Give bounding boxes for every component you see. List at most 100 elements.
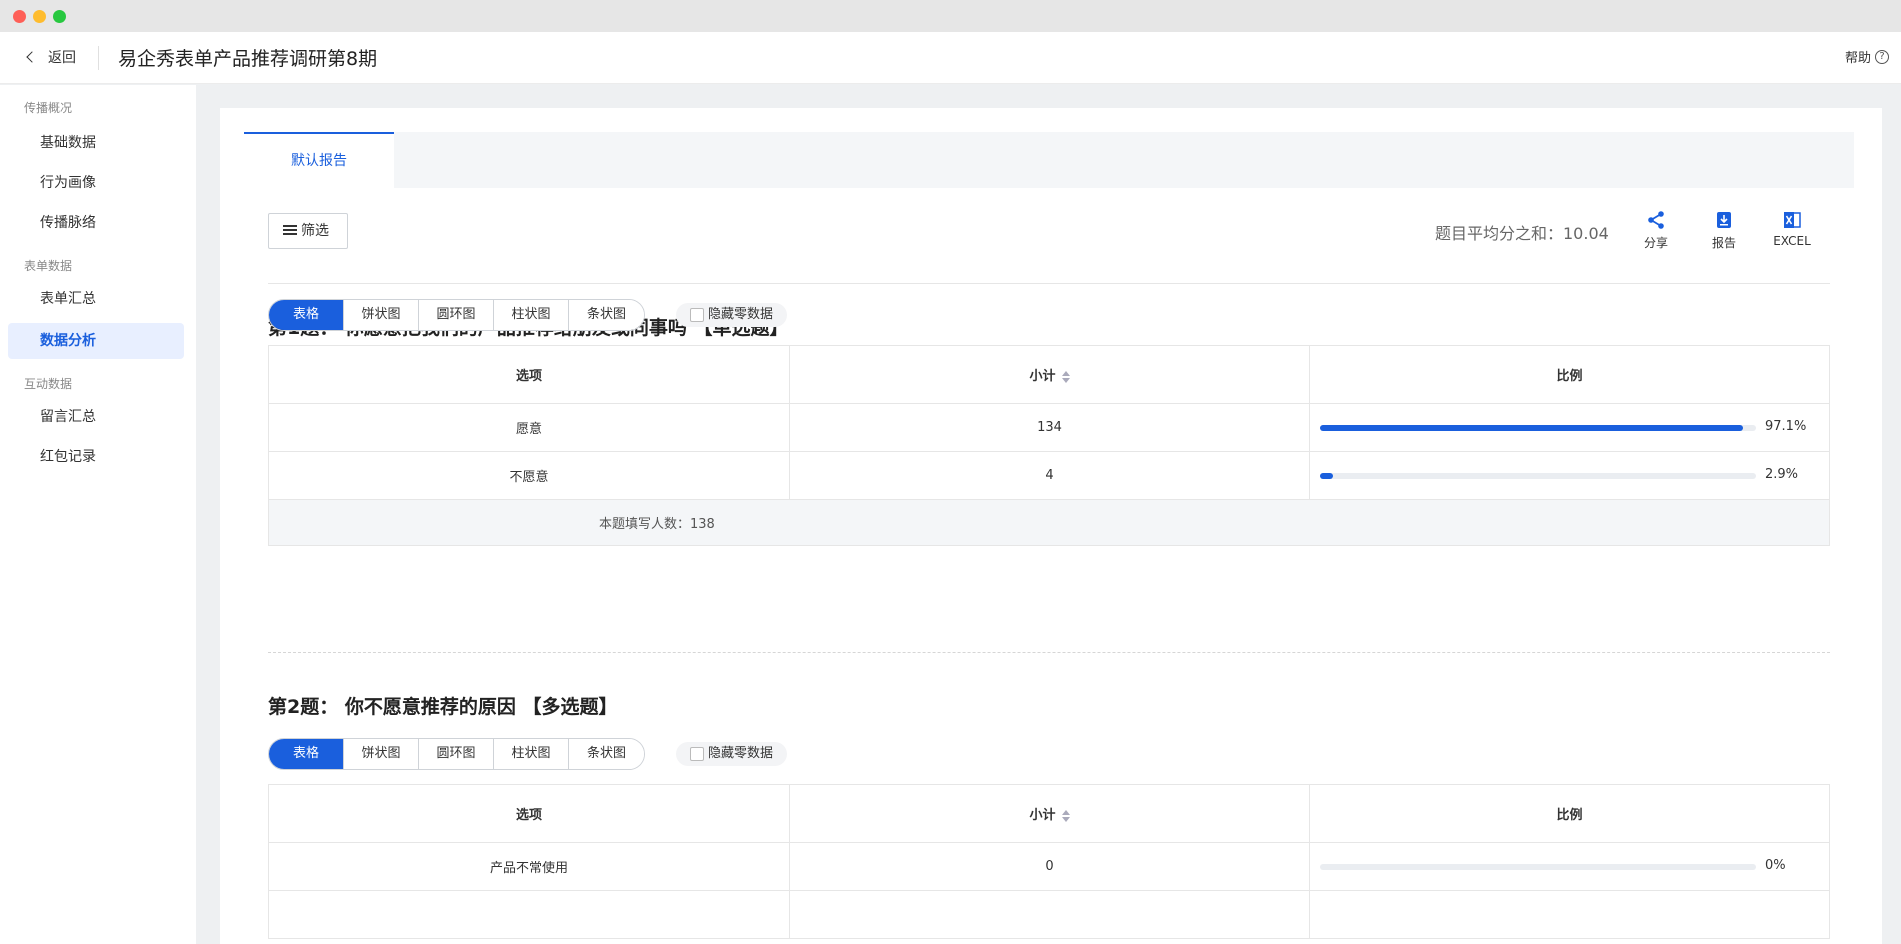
- sidebar-item-message-summary[interactable]: 留言汇总: [8, 399, 184, 435]
- ratio-cell: 97.1%: [1309, 403, 1830, 452]
- excel-icon: [1784, 212, 1801, 228]
- view-table-button[interactable]: 表格: [269, 300, 344, 330]
- excel-label: EXCEL: [1773, 234, 1811, 248]
- table-row: 不愿意 4 2.9%: [268, 451, 1830, 500]
- question-circle-icon: ?: [1875, 49, 1889, 64]
- sidebar-item-basic-data[interactable]: 基础数据: [8, 125, 184, 161]
- chevron-left-icon: [26, 51, 38, 63]
- option-cell: 愿意: [268, 403, 790, 452]
- respondent-count: 本题填写人数：138: [268, 499, 1830, 546]
- sort-icon[interactable]: [1061, 370, 1070, 383]
- hide-zero-label: 隐藏零数据: [708, 746, 774, 761]
- share-button[interactable]: 分享: [1628, 210, 1684, 251]
- view-mode-toggle: 表格 饼状图 圆环图 柱状图 条状图: [268, 738, 645, 770]
- menu-icon: [283, 225, 297, 235]
- view-pie-button[interactable]: 饼状图: [344, 300, 419, 330]
- back-button[interactable]: 返回: [26, 47, 76, 67]
- results-table: 选项 小计 比例 产品不常使用 0 0%: [268, 784, 1830, 939]
- filter-button[interactable]: 筛选: [268, 213, 348, 249]
- help-button[interactable]: 帮助 ?: [1845, 47, 1889, 66]
- sidebar-item-red-packet-records[interactable]: 红包记录: [8, 439, 184, 475]
- option-cell: 不愿意: [268, 451, 790, 500]
- column-header-option: 选项: [268, 345, 790, 404]
- page-title: 易企秀表单产品推荐调研第8期: [118, 48, 378, 70]
- table-header-row: 选项 小计 比例: [268, 784, 1830, 843]
- progress-track: [1320, 473, 1756, 479]
- ratio-cell: [1309, 890, 1830, 939]
- help-label: 帮助: [1844, 51, 1871, 66]
- progress-fill: [1320, 473, 1333, 479]
- sidebar-item-behavior-profile[interactable]: 行为画像: [8, 165, 184, 201]
- header-divider: [98, 46, 99, 70]
- table-header-row: 选项 小计 比例: [268, 345, 1830, 404]
- checkbox-icon: [690, 747, 704, 761]
- view-column-button[interactable]: 柱状图: [494, 739, 569, 769]
- sidebar: 传播概况 基础数据 行为画像 传播脉络 表单数据 表单汇总 数据分析 互动数据 …: [0, 85, 196, 944]
- count-cell: [789, 890, 1310, 939]
- ratio-percent: 2.9%: [1765, 467, 1799, 482]
- view-pie-button[interactable]: 饼状图: [344, 739, 419, 769]
- count-header-label: 小计: [1029, 808, 1056, 823]
- table-row: [268, 890, 1830, 939]
- sidebar-group-label: 互动数据: [24, 377, 73, 391]
- share-label: 分享: [1643, 236, 1668, 250]
- option-cell: 产品不常使用: [268, 842, 790, 891]
- progress-fill: [1320, 425, 1744, 431]
- table-row: 愿意 134 97.1%: [268, 403, 1830, 452]
- view-bar-button[interactable]: 条状图: [569, 739, 644, 769]
- count-cell: 0: [789, 842, 1310, 891]
- report-button[interactable]: 报告: [1696, 210, 1752, 251]
- divider: [268, 283, 1830, 284]
- filter-label: 筛选: [301, 223, 329, 239]
- option-cell: [268, 890, 790, 939]
- view-bar-button[interactable]: 条状图: [569, 300, 644, 330]
- close-window-button[interactable]: [13, 10, 26, 23]
- sort-icon[interactable]: [1061, 809, 1070, 822]
- ratio-cell: 0%: [1309, 842, 1830, 891]
- back-label: 返回: [48, 50, 76, 66]
- ratio-cell: 2.9%: [1309, 451, 1830, 500]
- progress-track: [1320, 864, 1756, 870]
- report-tabbar: 默认报告: [244, 132, 1854, 188]
- view-donut-button[interactable]: 圆环图: [419, 300, 494, 330]
- report-download-icon: [1717, 212, 1731, 228]
- average-score-sum: 题目平均分之和：10.04: [1435, 224, 1609, 243]
- minimize-window-button[interactable]: [33, 10, 46, 23]
- page-header: 返回 易企秀表单产品推荐调研第8期 帮助 ?: [0, 32, 1901, 84]
- share-icon: [1648, 211, 1664, 229]
- sidebar-item-spread-path[interactable]: 传播脉络: [8, 205, 184, 241]
- view-donut-button[interactable]: 圆环图: [419, 739, 494, 769]
- view-table-button[interactable]: 表格: [269, 739, 344, 769]
- report-label: 报告: [1711, 236, 1736, 250]
- window-titlebar: [0, 0, 1901, 32]
- hide-zero-data-checkbox[interactable]: 隐藏零数据: [676, 303, 788, 327]
- sidebar-item-form-summary[interactable]: 表单汇总: [8, 281, 184, 317]
- maximize-window-button[interactable]: [53, 10, 66, 23]
- results-table: 选项 小计 比例 愿意 134 97.1% 不愿意 4 2.9% 本题填写人数：…: [268, 345, 1830, 546]
- column-header-ratio: 比例: [1309, 345, 1830, 404]
- count-cell: 4: [789, 451, 1310, 500]
- tab-default-report[interactable]: 默认报告: [244, 132, 394, 188]
- column-header-option: 选项: [268, 784, 790, 843]
- column-header-count[interactable]: 小计: [789, 784, 1310, 843]
- excel-export-button[interactable]: EXCEL: [1764, 210, 1820, 248]
- ratio-percent: 97.1%: [1765, 419, 1807, 434]
- count-cell: 134: [789, 403, 1310, 452]
- progress-track: [1320, 425, 1756, 431]
- view-column-button[interactable]: 柱状图: [494, 300, 569, 330]
- table-row: 产品不常使用 0 0%: [268, 842, 1830, 891]
- sidebar-group-label: 表单数据: [24, 259, 73, 273]
- sidebar-group-label: 传播概况: [24, 101, 73, 115]
- ratio-percent: 0%: [1765, 858, 1786, 873]
- column-header-ratio: 比例: [1309, 784, 1830, 843]
- main-content: 默认报告 筛选 题目平均分之和：10.04 分享 报告 EXCEL 第1题： 你…: [220, 108, 1882, 944]
- summary-row: 本题填写人数：138: [268, 499, 1830, 546]
- view-mode-toggle: 表格 饼状图 圆环图 柱状图 条状图: [268, 299, 645, 331]
- question-title: 第2题： 你不愿意推荐的原因 【多选题】: [268, 696, 618, 718]
- column-header-count[interactable]: 小计: [789, 345, 1310, 404]
- sidebar-item-data-analysis[interactable]: 数据分析: [8, 323, 184, 359]
- question-divider: [268, 652, 1830, 653]
- hide-zero-data-checkbox[interactable]: 隐藏零数据: [676, 742, 788, 766]
- hide-zero-label: 隐藏零数据: [708, 307, 774, 322]
- count-header-label: 小计: [1029, 369, 1056, 384]
